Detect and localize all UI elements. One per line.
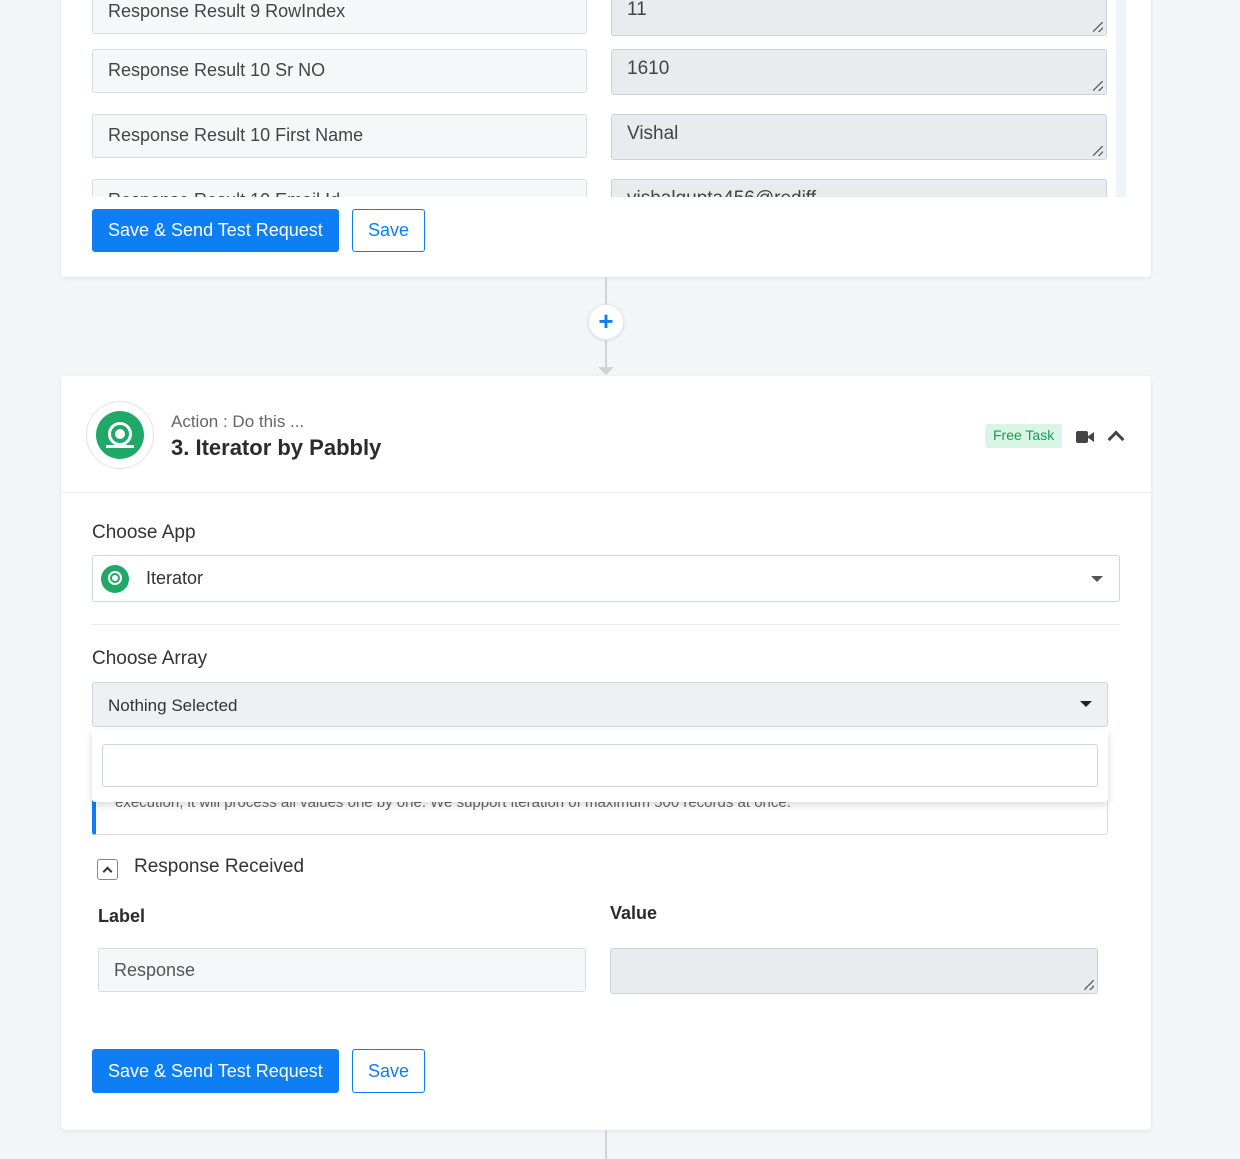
save-send-test-button[interactable]: Save & Send Test Request bbox=[92, 1049, 339, 1093]
iterator-logo-icon bbox=[96, 411, 144, 459]
scrollbar[interactable] bbox=[1116, 0, 1126, 197]
chevron-up-icon bbox=[102, 866, 113, 877]
response-value-text: vishalgupta456@rediff bbox=[627, 188, 816, 197]
choose-app-value: Iterator bbox=[146, 568, 204, 588]
resize-grip-icon[interactable] bbox=[1093, 146, 1103, 156]
response-value-field[interactable]: 11 bbox=[611, 0, 1107, 36]
value-column-header: Value bbox=[610, 903, 658, 923]
free-task-badge: Free Task bbox=[985, 424, 1063, 448]
response-row: Response Result 10 Email Id vishalgupta4… bbox=[92, 179, 1107, 197]
arrow-down-icon bbox=[598, 367, 614, 375]
save-send-test-button[interactable]: Save & Send Test Request bbox=[92, 209, 339, 252]
connector-line bbox=[605, 1130, 607, 1159]
response-fields-scroll-area[interactable]: Response Result 9 RowIndex 11 Response R… bbox=[61, 0, 1127, 197]
array-search-input[interactable] bbox=[102, 744, 1098, 787]
resize-grip-icon[interactable] bbox=[1084, 980, 1094, 990]
save-button[interactable]: Save bbox=[352, 209, 426, 252]
response-value-field[interactable]: vishalgupta456@rediff bbox=[611, 179, 1107, 197]
action-subtitle: Action : Do this ... bbox=[171, 412, 305, 431]
choose-array-value: Nothing Selected bbox=[108, 696, 238, 715]
chevron-down-icon bbox=[1091, 576, 1103, 582]
choose-array-label: Choose Array bbox=[92, 648, 208, 669]
response-value-text: Vishal bbox=[627, 123, 679, 144]
array-dropdown-panel bbox=[92, 730, 1108, 802]
choose-array-select[interactable]: Nothing Selected bbox=[92, 682, 1108, 727]
video-camera-icon[interactable] bbox=[1076, 431, 1094, 443]
response-label-field: Response bbox=[98, 948, 586, 992]
response-row: Response Result 10 Sr NO 1610 bbox=[92, 49, 1107, 95]
connector-line bbox=[605, 277, 607, 305]
response-value-field[interactable]: Vishal bbox=[611, 114, 1107, 160]
action-title: 3. Iterator by Pabbly bbox=[171, 435, 382, 460]
step-card-iterator: Action : Do this ... 3. Iterator by Pabb… bbox=[61, 376, 1151, 1130]
label-column-header: Label bbox=[98, 906, 146, 926]
response-label-field: Response Result 10 First Name bbox=[92, 114, 587, 158]
divider bbox=[92, 624, 1120, 625]
response-value-field[interactable] bbox=[610, 948, 1098, 994]
save-button[interactable]: Save bbox=[352, 1049, 426, 1093]
response-value-text: 11 bbox=[627, 0, 647, 20]
action-header[interactable]: Action : Do this ... 3. Iterator by Pabb… bbox=[61, 376, 1151, 493]
connector-line bbox=[605, 340, 607, 368]
iterator-app-icon bbox=[101, 565, 129, 593]
choose-app-label: Choose App bbox=[92, 522, 196, 543]
response-label-field: Response Result 10 Email Id bbox=[92, 179, 587, 197]
resize-grip-icon[interactable] bbox=[1093, 22, 1103, 32]
response-label-field: Response Result 9 RowIndex bbox=[92, 0, 587, 34]
caret-down-icon bbox=[1080, 701, 1092, 707]
resize-grip-icon[interactable] bbox=[1093, 81, 1103, 91]
response-row: Response Result 9 RowIndex 11 bbox=[92, 0, 1107, 36]
response-value-text: 1610 bbox=[627, 58, 670, 79]
response-toggle-button[interactable] bbox=[97, 859, 118, 880]
app-logo bbox=[86, 401, 154, 469]
add-step-button[interactable]: + bbox=[588, 304, 624, 340]
response-row: Response Result 10 First Name Vishal bbox=[92, 114, 1107, 160]
step-card-previous: Response Result 9 RowIndex 11 Response R… bbox=[61, 0, 1151, 277]
choose-app-select[interactable]: Iterator bbox=[92, 555, 1120, 602]
response-value-field[interactable]: 1610 bbox=[611, 49, 1107, 95]
response-label-field: Response Result 10 Sr NO bbox=[92, 49, 587, 93]
chevron-up-icon[interactable] bbox=[1107, 430, 1125, 448]
response-received-title: Response Received bbox=[134, 856, 305, 877]
